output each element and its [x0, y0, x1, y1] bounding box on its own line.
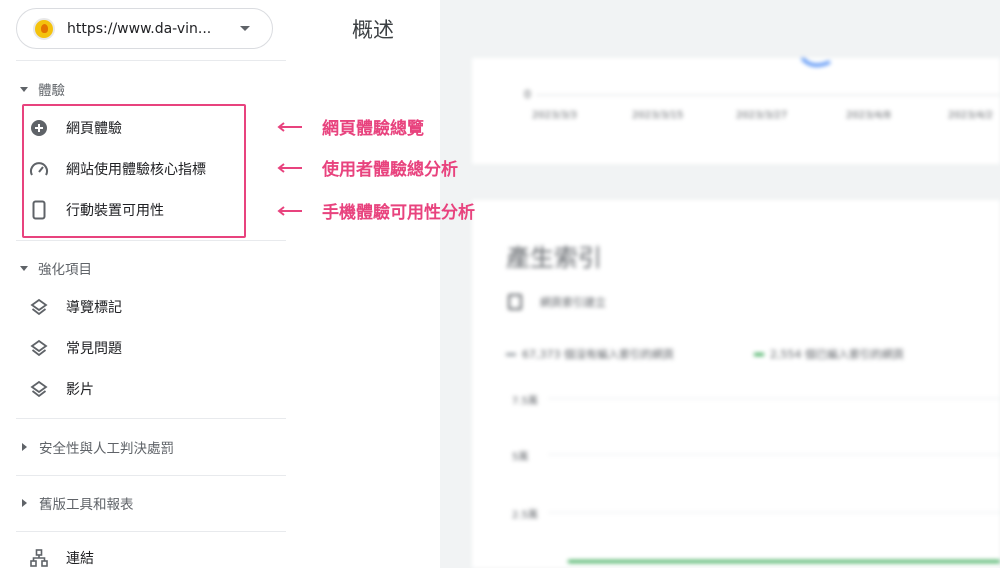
annotation-text: 使用者體驗總分析 [322, 160, 458, 180]
divider [16, 531, 286, 532]
performance-chart-card: 0 2023/3/3 2023/3/15 2023/3/27 2023/4/8 … [472, 56, 1000, 164]
site-favicon-icon [33, 17, 55, 40]
property-url: https://www.da-vin... [67, 20, 212, 37]
divider [16, 240, 286, 241]
chart-line-fragment [800, 56, 831, 67]
legend-indexed[interactable]: 2,554 個已編入索引的網頁 [754, 346, 904, 362]
caret-down-icon [240, 26, 250, 31]
sidebar: https://www.da-vin... 體驗 網頁體驗 網站使用體驗核心指標… [0, 0, 290, 568]
gridline [548, 454, 1000, 455]
legend-swatch-green [754, 352, 764, 356]
sidebar-item-label: 影片 [66, 382, 94, 398]
sidebar-item-breadcrumbs[interactable]: 導覽標記 [28, 296, 122, 318]
sidebar-item-label: 常見問題 [66, 341, 122, 357]
x-tick-label: 2023/3/15 [632, 110, 684, 121]
sidebar-item-links[interactable]: 連結 [28, 547, 94, 568]
divider [16, 418, 286, 419]
legend-not-indexed[interactable]: 67,373 個沒有編入索引的網頁 [506, 346, 674, 362]
x-tick-label: 2023/3/27 [736, 110, 788, 121]
arrow-left-icon [277, 121, 302, 132]
y-tick-label: 5萬 [512, 452, 529, 463]
sidebar-item-videos[interactable]: 影片 [28, 378, 94, 400]
y-tick-label: 2.5萬 [512, 510, 538, 521]
annotation-text: 網頁體驗總覽 [322, 119, 424, 139]
y-tick-label: 7.5萬 [512, 396, 538, 407]
gridline [548, 398, 1000, 399]
section-enhancements-toggle[interactable]: 強化項目 [20, 258, 92, 278]
pages-icon [508, 294, 522, 310]
section-enhancements-label: 強化項目 [38, 262, 92, 278]
indexing-card: 產生索引 網頁索引建立 67,373 個沒有編入索引的網頁 2,554 個已編入… [472, 200, 1000, 568]
sidebar-item-label: 導覽標記 [66, 300, 122, 316]
sidebar-item-label: 連結 [66, 551, 94, 567]
expand-triangle-icon [22, 443, 27, 451]
divider [16, 60, 286, 61]
arrow-left-icon [277, 205, 302, 216]
legend-label: 2,554 個已編入索引的網頁 [770, 348, 904, 361]
collapse-triangle-icon [20, 86, 28, 92]
expand-triangle-icon [22, 499, 27, 507]
annotation-core-web-vitals: 使用者體驗總分析 [276, 155, 458, 180]
indexing-card-title: 產生索引 [506, 244, 602, 272]
highlight-box [22, 104, 246, 238]
section-security-label: 安全性與人工判決處罰 [39, 441, 174, 457]
collapse-triangle-icon [20, 265, 28, 271]
layers-icon [28, 337, 50, 359]
x-tick-label: 2023/4/2 [948, 110, 993, 121]
sitemap-icon [28, 547, 50, 568]
page-title: 概述 [352, 18, 394, 42]
section-legacy-toggle[interactable]: 舊版工具和報表 [20, 493, 134, 513]
legend-swatch-gray [506, 352, 516, 356]
section-security-toggle[interactable]: 安全性與人工判決處罰 [20, 437, 174, 457]
x-tick-label: 2023/4/8 [846, 110, 891, 121]
divider [16, 475, 286, 476]
x-tick-label: 2023/3/3 [532, 110, 577, 121]
indexed-series-line [568, 560, 1000, 563]
section-experience-label: 體驗 [38, 83, 65, 99]
annotation-mobile-usability: 手機體驗可用性分析 [276, 198, 475, 223]
gridline [548, 512, 1000, 513]
layers-icon [28, 296, 50, 318]
layers-icon [28, 378, 50, 400]
sidebar-item-faq[interactable]: 常見問題 [28, 337, 122, 359]
annotation-page-experience: 網頁體驗總覽 [276, 114, 424, 139]
legend-label: 67,373 個沒有編入索引的網頁 [522, 348, 674, 361]
indexing-card-subtitle[interactable]: 網頁索引建立 [540, 294, 606, 310]
annotation-text: 手機體驗可用性分析 [322, 203, 475, 223]
arrow-left-icon [277, 162, 302, 173]
section-experience-toggle[interactable]: 體驗 [20, 79, 65, 99]
y-axis-zero: 0 [524, 88, 531, 101]
section-legacy-label: 舊版工具和報表 [39, 497, 134, 513]
property-selector[interactable]: https://www.da-vin... [16, 8, 273, 49]
